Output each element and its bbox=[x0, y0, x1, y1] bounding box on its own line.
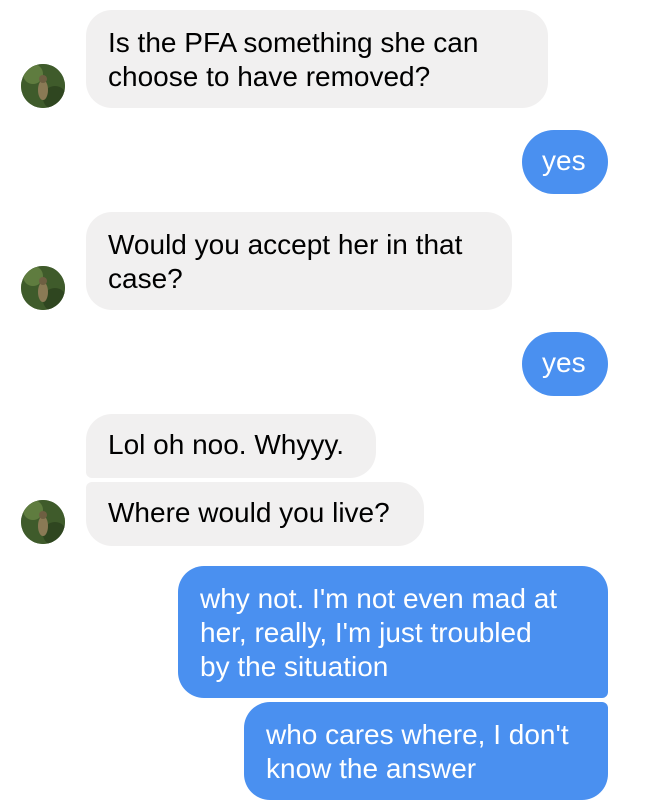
outgoing-message[interactable]: who cares where, I don't know the answer bbox=[244, 702, 608, 800]
outgoing-message[interactable]: why not. I'm not even mad at her, really… bbox=[178, 566, 608, 698]
incoming-message[interactable]: Lol oh noo. Whyyy. bbox=[86, 414, 376, 478]
outgoing-message[interactable]: yes bbox=[522, 130, 608, 194]
incoming-message[interactable]: Is the PFA something she can choose to h… bbox=[86, 10, 548, 108]
incoming-message[interactable]: Where would you live? bbox=[86, 482, 424, 546]
incoming-message[interactable]: Would you accept her in that case? bbox=[86, 212, 512, 310]
contact-avatar-icon[interactable] bbox=[21, 266, 65, 310]
contact-avatar-icon[interactable] bbox=[21, 64, 65, 108]
contact-avatar-icon[interactable] bbox=[21, 500, 65, 544]
outgoing-message[interactable]: yes bbox=[522, 332, 608, 396]
